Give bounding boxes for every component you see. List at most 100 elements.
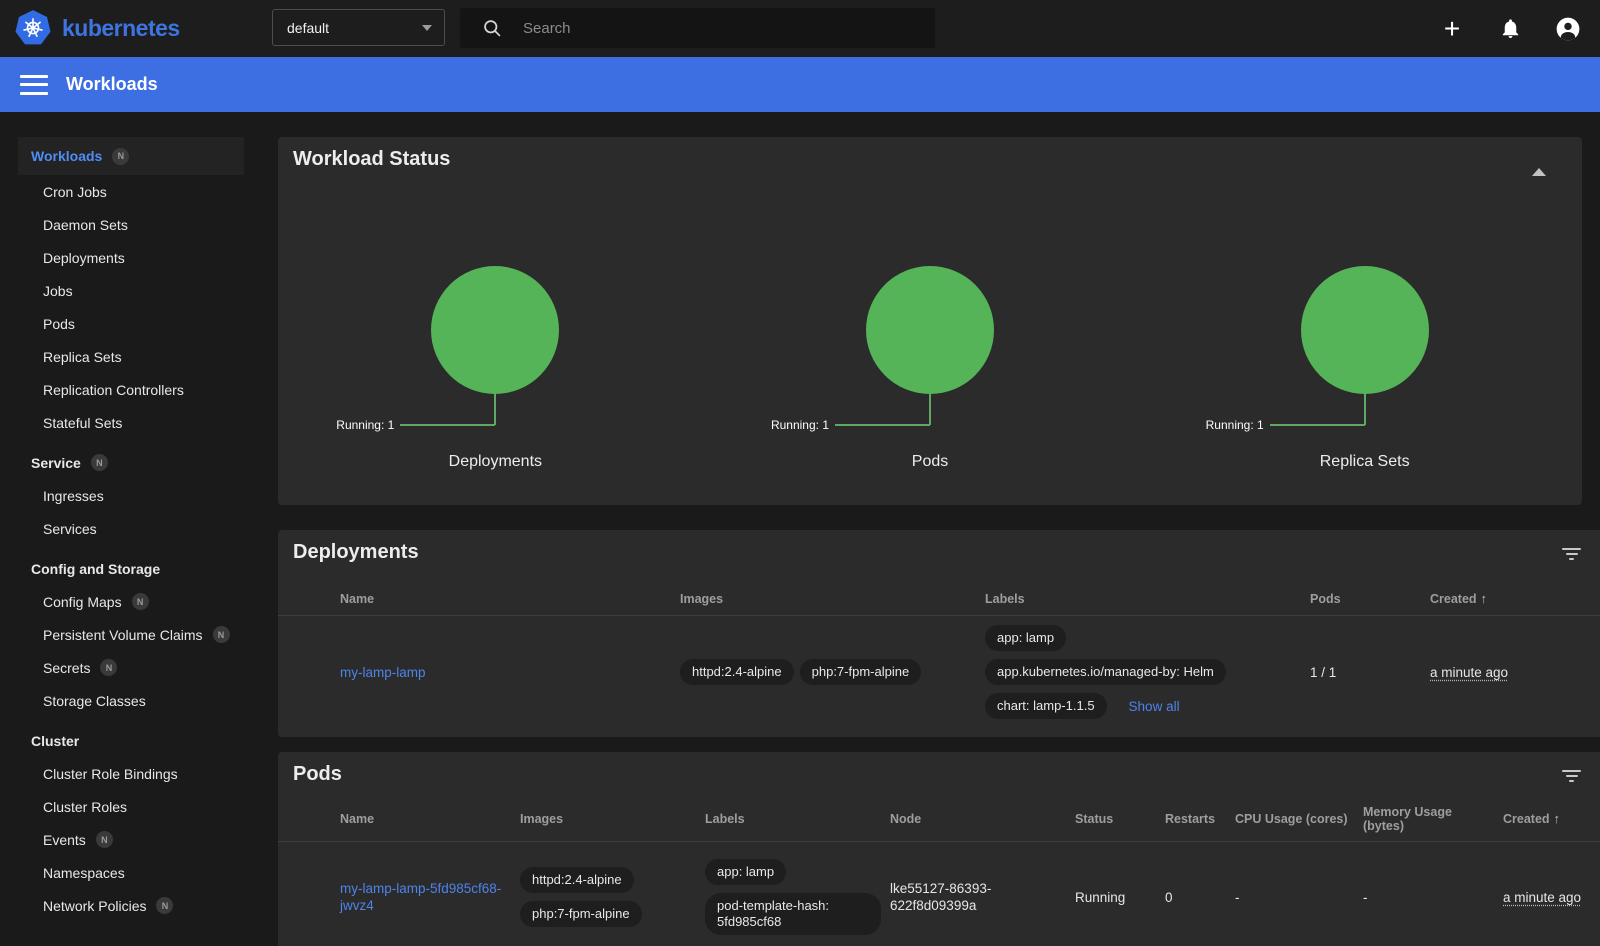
top-header: kubernetes default + bbox=[0, 0, 1600, 57]
sidebar-item-pods[interactable]: Pods bbox=[18, 307, 244, 340]
chart-title: Replica Sets bbox=[1150, 453, 1580, 471]
sidebar-item-replica-sets[interactable]: Replica Sets bbox=[18, 340, 244, 373]
menu-button[interactable] bbox=[20, 75, 48, 95]
workload-status-card: Workload Status Running: 1 Deployments bbox=[278, 137, 1582, 505]
sidebar-item-replication-controllers[interactable]: Replication Controllers bbox=[18, 373, 244, 406]
column-header-images: Images bbox=[680, 592, 985, 606]
app-bar: Workloads bbox=[0, 57, 1600, 112]
chart-annotation: Running: 1 bbox=[1150, 418, 1264, 432]
memory-usage: - bbox=[1363, 890, 1503, 905]
replica-sets-chart: Running: 1 Replica Sets bbox=[1147, 215, 1582, 485]
created-timestamp: a minute ago bbox=[1503, 890, 1581, 905]
menu-icon bbox=[20, 75, 48, 78]
kubernetes-logo-icon bbox=[14, 9, 52, 47]
pods-chart: Running: 1 Pods bbox=[713, 215, 1148, 485]
new-badge: N bbox=[91, 454, 108, 471]
new-badge: N bbox=[100, 659, 117, 676]
brand-home-link[interactable]: kubernetes bbox=[14, 9, 180, 47]
column-header-labels: Labels bbox=[705, 812, 890, 826]
show-all-labels-link[interactable]: Show all bbox=[1129, 699, 1180, 714]
filter-icon bbox=[1562, 770, 1581, 772]
pods-card: Pods Name Images Labels Node Status Rest… bbox=[278, 752, 1600, 946]
sidebar-item-deployments[interactable]: Deployments bbox=[18, 241, 244, 274]
column-header-cpu-usage: CPU Usage (cores) bbox=[1235, 812, 1363, 826]
column-header-name: Name bbox=[340, 812, 520, 826]
table-row: my-lamp-lamp httpd:2.4-alpine php:7-fpm-… bbox=[278, 616, 1600, 728]
card-title: Workload Status bbox=[293, 148, 450, 171]
create-resource-button[interactable]: + bbox=[1436, 13, 1468, 45]
filter-button[interactable] bbox=[1562, 770, 1581, 782]
sort-ascending-icon: ↑ bbox=[1554, 811, 1561, 826]
page-title: Workloads bbox=[66, 74, 158, 95]
sidebar-item-persistent-volume-claims[interactable]: Persistent Volume Claims N bbox=[18, 618, 244, 651]
top-actions: + bbox=[1436, 0, 1584, 57]
sidebar-item-stateful-sets[interactable]: Stateful Sets bbox=[18, 406, 244, 439]
new-badge: N bbox=[213, 626, 230, 643]
created-timestamp: a minute ago bbox=[1430, 665, 1508, 680]
sidebar-item-cron-jobs[interactable]: Cron Jobs bbox=[18, 175, 244, 208]
search-input[interactable] bbox=[523, 20, 883, 37]
pod-name-link[interactable]: my-lamp-lamp-5fd985cf68-jwvz4 bbox=[340, 881, 501, 913]
column-header-pods: Pods bbox=[1310, 592, 1430, 606]
sidebar-item-service[interactable]: Service N bbox=[18, 446, 244, 479]
pods-table-header: Name Images Labels Node Status Restarts … bbox=[278, 796, 1600, 842]
collapse-up-icon bbox=[1532, 153, 1546, 176]
search-bar[interactable] bbox=[460, 8, 935, 48]
sidebar-item-cluster-roles[interactable]: Cluster Roles bbox=[18, 790, 244, 823]
sidebar-section-cluster[interactable]: Cluster bbox=[18, 724, 244, 757]
pod-status: Running bbox=[1075, 890, 1165, 905]
label-chip: chart: lamp-1.1.5 bbox=[985, 693, 1107, 719]
sidebar-item-events[interactable]: Events N bbox=[18, 823, 244, 856]
table-row: my-lamp-lamp-5fd985cf68-jwvz4 httpd:2.4-… bbox=[278, 842, 1600, 946]
replica-sets-pie bbox=[1301, 266, 1429, 394]
sidebar-item-secrets[interactable]: Secrets N bbox=[18, 651, 244, 684]
pods-count: 1 / 1 bbox=[1310, 665, 1430, 680]
image-chip: httpd:2.4-alpine bbox=[680, 659, 794, 685]
node-name: lke55127-86393-622f8d09399a bbox=[890, 880, 1075, 914]
sidebar-item-workloads[interactable]: Workloads N bbox=[18, 137, 244, 175]
search-icon bbox=[482, 18, 503, 39]
account-button[interactable] bbox=[1552, 13, 1584, 45]
column-header-restarts: Restarts bbox=[1165, 812, 1235, 826]
namespace-value: default bbox=[287, 20, 422, 36]
sidebar-item-cluster-role-bindings[interactable]: Cluster Role Bindings bbox=[18, 757, 244, 790]
namespace-selector[interactable]: default bbox=[272, 9, 445, 46]
add-icon: + bbox=[1444, 15, 1460, 43]
filter-button[interactable] bbox=[1562, 548, 1581, 560]
sidebar-nav: Workloads N Cron Jobs Daemon Sets Deploy… bbox=[0, 112, 262, 946]
deployments-pie bbox=[431, 266, 559, 394]
sidebar-item-ingresses[interactable]: Ingresses bbox=[18, 479, 244, 512]
notifications-button[interactable] bbox=[1494, 13, 1526, 45]
new-badge: N bbox=[132, 593, 149, 610]
image-chip: php:7-fpm-alpine bbox=[520, 901, 642, 927]
column-header-created[interactable]: Created↑ bbox=[1430, 591, 1600, 606]
account-circle-icon bbox=[1555, 16, 1581, 42]
chevron-down-icon bbox=[422, 25, 432, 31]
deployments-chart: Running: 1 Deployments bbox=[278, 215, 713, 485]
deployments-card: Deployments Name Images Labels Pods Crea… bbox=[278, 530, 1600, 737]
column-header-node: Node bbox=[890, 812, 1075, 826]
image-chip: httpd:2.4-alpine bbox=[520, 867, 634, 893]
pods-pie bbox=[866, 266, 994, 394]
image-chip: php:7-fpm-alpine bbox=[800, 659, 922, 685]
card-title: Deployments bbox=[293, 541, 419, 564]
sidebar-item-daemon-sets[interactable]: Daemon Sets bbox=[18, 208, 244, 241]
sidebar-item-namespaces[interactable]: Namespaces bbox=[18, 856, 244, 889]
sidebar-item-storage-classes[interactable]: Storage Classes bbox=[18, 684, 244, 717]
sidebar-item-services[interactable]: Services bbox=[18, 512, 244, 545]
sidebar-item-config-maps[interactable]: Config Maps N bbox=[18, 585, 244, 618]
filter-icon bbox=[1562, 548, 1581, 550]
label-chip: app.kubernetes.io/managed-by: Helm bbox=[985, 659, 1226, 685]
sidebar-item-network-policies[interactable]: Network Policies N bbox=[18, 889, 244, 922]
column-header-memory-usage: Memory Usage (bytes) bbox=[1363, 805, 1503, 833]
deployment-name-link[interactable]: my-lamp-lamp bbox=[340, 665, 426, 680]
sidebar-item-jobs[interactable]: Jobs bbox=[18, 274, 244, 307]
notifications-bell-icon bbox=[1499, 17, 1522, 40]
sidebar-section-config-and-storage[interactable]: Config and Storage bbox=[18, 552, 244, 585]
collapse-card-button[interactable] bbox=[1532, 153, 1546, 168]
column-header-labels: Labels bbox=[985, 592, 1310, 606]
deployments-table-header: Name Images Labels Pods Created↑ bbox=[278, 582, 1600, 616]
column-header-created[interactable]: Created↑ bbox=[1503, 811, 1600, 826]
card-title: Pods bbox=[293, 763, 342, 786]
column-header-status: Status bbox=[1075, 812, 1165, 826]
